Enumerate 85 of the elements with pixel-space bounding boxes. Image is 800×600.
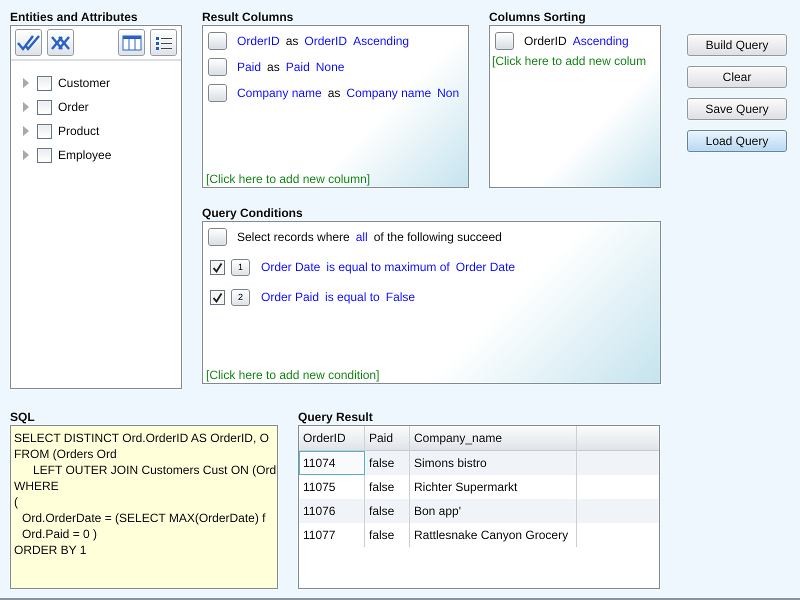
- checkbox[interactable]: [37, 124, 52, 138]
- sort-link[interactable]: Ascending: [572, 34, 629, 48]
- checkbox[interactable]: [208, 84, 227, 102]
- field-link[interactable]: Order Paid: [261, 290, 320, 304]
- value-link[interactable]: False: [386, 290, 416, 304]
- value-link[interactable]: Order Date: [456, 260, 516, 274]
- condition-header-text: Select records where: [237, 230, 350, 244]
- checkbox[interactable]: [208, 32, 227, 50]
- expander-icon[interactable]: [23, 126, 29, 136]
- panel-title: Query Result: [298, 409, 374, 425]
- sort-link[interactable]: Ascending: [353, 34, 410, 48]
- sql-line: SELECT DISTINCT Ord.OrderID AS OrderID, O: [14, 430, 270, 446]
- condition-header-text: of the following succeed: [374, 230, 502, 244]
- table-cell: Rattlesnake Canyon Grocery: [410, 523, 577, 547]
- tree-item-label[interactable]: Product: [58, 124, 100, 138]
- panel-title: SQL: [10, 409, 36, 425]
- table-view-button[interactable]: [118, 29, 145, 56]
- sql-line: FROM (Orders Ord: [14, 446, 118, 462]
- table-cell: 11077: [299, 523, 365, 547]
- double-cross-icon: [48, 34, 72, 52]
- expander-icon[interactable]: [23, 102, 29, 112]
- panel-title: Columns Sorting: [489, 9, 587, 25]
- expander-icon[interactable]: [23, 150, 29, 160]
- field-link[interactable]: Order Date: [261, 260, 320, 274]
- checkbox[interactable]: [37, 76, 52, 90]
- checkbox[interactable]: [210, 290, 225, 304]
- as-label: as: [328, 86, 340, 100]
- condition-number-button[interactable]: 2: [231, 288, 250, 306]
- tree-item-label[interactable]: Employee: [58, 148, 112, 162]
- sql-line: LEFT OUTER JOIN Customers Cust ON (Ord: [32, 462, 277, 478]
- table-cell: false: [365, 523, 410, 547]
- double-check-icon: [16, 34, 40, 52]
- column-header[interactable]: Paid: [365, 426, 410, 450]
- sql-line: WHERE: [14, 478, 60, 494]
- operator-link[interactable]: is equal to: [325, 290, 380, 304]
- field-link[interactable]: Paid: [237, 60, 262, 74]
- list-icon: [154, 34, 174, 50]
- sql-line: Ord.Paid = 0 ): [21, 526, 98, 542]
- action-button[interactable]: Clear: [687, 66, 787, 88]
- sql-line: ORDER BY 1: [14, 542, 88, 558]
- table-cell: 11076: [299, 499, 365, 523]
- action-button[interactable]: Save Query: [687, 98, 787, 120]
- field-link[interactable]: OrderID: [237, 34, 280, 48]
- add-column-link[interactable]: [Click here to add new colum: [492, 54, 660, 68]
- panel-title: Entities and Attributes: [10, 9, 139, 25]
- operator-link[interactable]: is equal to maximum of: [326, 260, 450, 274]
- alias-link[interactable]: Paid: [286, 60, 310, 74]
- table-cell: Simons bistro: [410, 451, 577, 475]
- column-header[interactable]: OrderID: [299, 426, 365, 450]
- checkbox[interactable]: [208, 58, 227, 76]
- sql-line: Ord.OrderDate = (SELECT MAX(OrderDate) f: [21, 510, 267, 526]
- sort-link[interactable]: None: [316, 60, 344, 74]
- table-cell: false: [365, 499, 410, 523]
- field-link[interactable]: Company name: [237, 86, 322, 100]
- table-cell: Bon app': [410, 499, 577, 523]
- table-cell: 11074: [299, 451, 365, 475]
- column-header[interactable]: Company_name: [410, 426, 577, 450]
- table-icon: [122, 34, 142, 50]
- as-label: as: [267, 60, 280, 74]
- checkbox[interactable]: [37, 148, 52, 162]
- column-label: OrderID: [524, 34, 567, 48]
- add-column-link[interactable]: [Click here to add new column]: [206, 172, 370, 186]
- add-condition-link[interactable]: [Click here to add new condition]: [206, 368, 380, 382]
- checkbox[interactable]: [495, 32, 514, 50]
- action-button[interactable]: Load Query: [687, 130, 787, 152]
- checkbox[interactable]: [37, 100, 52, 114]
- panel-title: Query Conditions: [202, 205, 304, 221]
- alias-link[interactable]: OrderID: [304, 34, 348, 48]
- condition-number-button[interactable]: 1: [231, 258, 250, 276]
- mode-link[interactable]: all: [356, 230, 368, 244]
- tree-item-label[interactable]: Order: [58, 100, 89, 114]
- check-all-button[interactable]: [15, 29, 42, 56]
- sort-link[interactable]: Non: [437, 86, 460, 100]
- checkbox[interactable]: [210, 260, 225, 274]
- tree-item-label[interactable]: Customer: [58, 76, 110, 90]
- uncheck-all-button[interactable]: [47, 29, 74, 56]
- list-view-button[interactable]: [150, 29, 177, 56]
- panel-title: Result Columns: [202, 9, 294, 25]
- expander-icon[interactable]: [23, 78, 29, 88]
- action-button[interactable]: Build Query: [687, 34, 787, 56]
- as-label: as: [286, 34, 298, 48]
- alias-link[interactable]: Company name: [346, 86, 432, 100]
- checkbox[interactable]: [208, 228, 227, 246]
- sql-line: (: [14, 494, 19, 510]
- table-cell: false: [365, 451, 410, 475]
